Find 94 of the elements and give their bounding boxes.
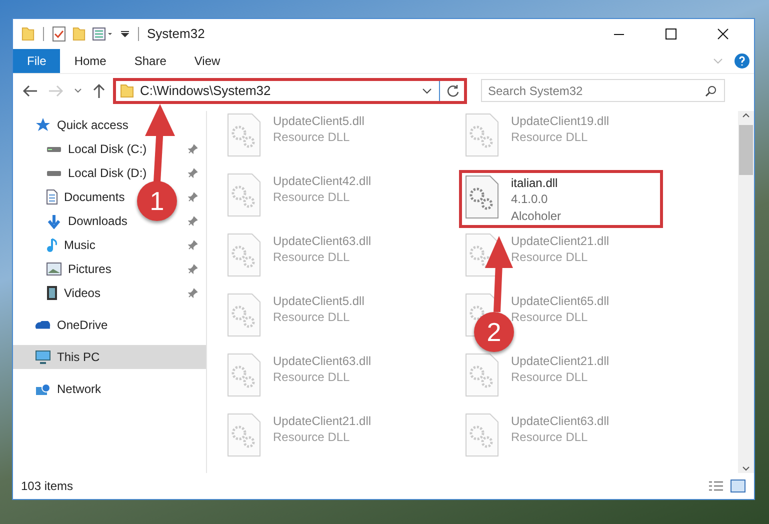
address-text: C:\Windows\System32 [140, 82, 272, 100]
pin-icon[interactable] [188, 264, 198, 274]
document-icon [46, 189, 58, 205]
file-detail: Resource DLL [511, 369, 589, 386]
file-detail: Resource DLL [511, 309, 589, 326]
sidebar-item[interactable]: Documents [64, 188, 125, 206]
file-detail: Resource DLL [273, 369, 351, 386]
properties-icon[interactable] [92, 27, 114, 41]
item-count: 103 items [21, 478, 74, 495]
file-name: UpdateClient21.dll [511, 353, 610, 369]
ribbon-tab[interactable]: Share [120, 49, 180, 73]
address-bar[interactable]: C:\Windows\System32 [113, 78, 467, 104]
file-gears-icon [465, 413, 499, 457]
file-detail: 4.1.0.0 [511, 191, 549, 208]
file-name: UpdateClient63.dll [511, 413, 610, 429]
file-detail: Resource DLL [511, 129, 589, 146]
details-view-icon[interactable] [708, 481, 724, 491]
file-name: UpdateClient21.dll [511, 233, 610, 249]
minimize-icon [613, 32, 625, 36]
window-title: System32 [147, 25, 205, 44]
scrollbar-thumb[interactable] [739, 125, 753, 175]
vertical-scrollbar[interactable] [738, 111, 754, 473]
sidebar-item[interactable]: Local Disk (C:) [68, 140, 147, 158]
file-name: italian.dll [511, 175, 559, 191]
file-detail: Alcoholer [511, 208, 562, 225]
file-detail: Resource DLL [511, 249, 589, 266]
pin-icon[interactable] [188, 192, 198, 202]
file-detail: Resource DLL [273, 309, 351, 326]
file-gears-icon [465, 175, 499, 219]
sidebar-item[interactable]: Quick access [13, 113, 206, 137]
file-gears-icon [465, 353, 499, 397]
pin-icon[interactable] [188, 144, 198, 154]
music-note-icon [46, 237, 58, 253]
file-name: UpdateClient63.dll [273, 233, 372, 249]
file-gears-icon [227, 113, 261, 157]
file-detail: Resource DLL [273, 189, 351, 206]
file-gears-icon [227, 413, 261, 457]
file-name: UpdateClient65.dll [511, 293, 610, 309]
sidebar-item[interactable]: Videos [64, 284, 100, 302]
pin-icon[interactable] [188, 168, 198, 178]
file-name: UpdateClient42.dll [273, 173, 372, 189]
dropdown-icon[interactable] [421, 88, 433, 94]
drive-icon [46, 170, 62, 176]
film-icon [46, 285, 58, 301]
file-name: UpdateClient5.dll [273, 293, 364, 309]
sidebar-item[interactable]: OneDrive [13, 313, 206, 337]
file-detail: Resource DLL [511, 429, 589, 446]
sidebar-item[interactable]: Music [64, 236, 96, 254]
file-name: UpdateClient21.dll [273, 413, 372, 429]
pin-icon[interactable] [188, 288, 198, 298]
ribbon-tab[interactable]: File [13, 49, 60, 73]
caret-icon[interactable] [120, 30, 130, 38]
file-item[interactable]: italian.dll 4.1.0.0 Alcoholer [459, 170, 663, 228]
file-gears-icon [227, 353, 261, 397]
file-name: UpdateClient5.dll [273, 113, 364, 129]
file-gears-icon [227, 233, 261, 277]
file-detail: Resource DLL [273, 129, 351, 146]
large-icons-view-icon[interactable] [730, 479, 746, 493]
maximize-icon [665, 28, 677, 40]
pin-icon[interactable] [188, 216, 198, 226]
help-icon[interactable] [734, 53, 750, 69]
scroll-up-icon[interactable] [741, 111, 751, 119]
file-detail: Resource DLL [273, 249, 351, 266]
sidebar-item[interactable]: Local Disk (D:) [68, 164, 147, 182]
close-icon [717, 28, 729, 40]
caret-icon [74, 88, 82, 93]
drive-icon [46, 146, 62, 152]
sidebar-item[interactable]: Pictures [68, 260, 112, 278]
search-field[interactable]: Search System32 [481, 79, 725, 102]
pin-icon[interactable] [188, 240, 198, 250]
monitor-icon [35, 350, 51, 364]
cloud-icon [35, 320, 51, 330]
sidebar-item[interactable]: Network [13, 377, 206, 401]
up-arrow-icon [92, 82, 106, 98]
network-icon [35, 382, 51, 396]
checklist-icon[interactable] [52, 26, 66, 42]
ribbon-tab[interactable]: View [180, 49, 234, 73]
back-arrow-icon [22, 84, 38, 98]
file-detail: Resource DLL [273, 429, 351, 446]
ribbon-tab[interactable]: Home [60, 49, 120, 73]
file-gears-icon [227, 173, 261, 217]
picture-icon [46, 262, 62, 276]
forward-arrow-icon [48, 84, 64, 98]
file-name: UpdateClient19.dll [511, 113, 610, 129]
folder-icon [120, 84, 134, 98]
file-gears-icon [465, 113, 499, 157]
sidebar-item[interactable]: Downloads [68, 212, 128, 230]
refresh-icon[interactable] [446, 84, 460, 98]
file-name: UpdateClient63.dll [273, 353, 372, 369]
star-icon [35, 118, 51, 132]
sidebar-item[interactable]: This PC [13, 345, 206, 369]
file-gears-icon [227, 293, 261, 337]
scroll-down-icon[interactable] [741, 465, 751, 473]
download-arrow-icon [46, 214, 62, 228]
